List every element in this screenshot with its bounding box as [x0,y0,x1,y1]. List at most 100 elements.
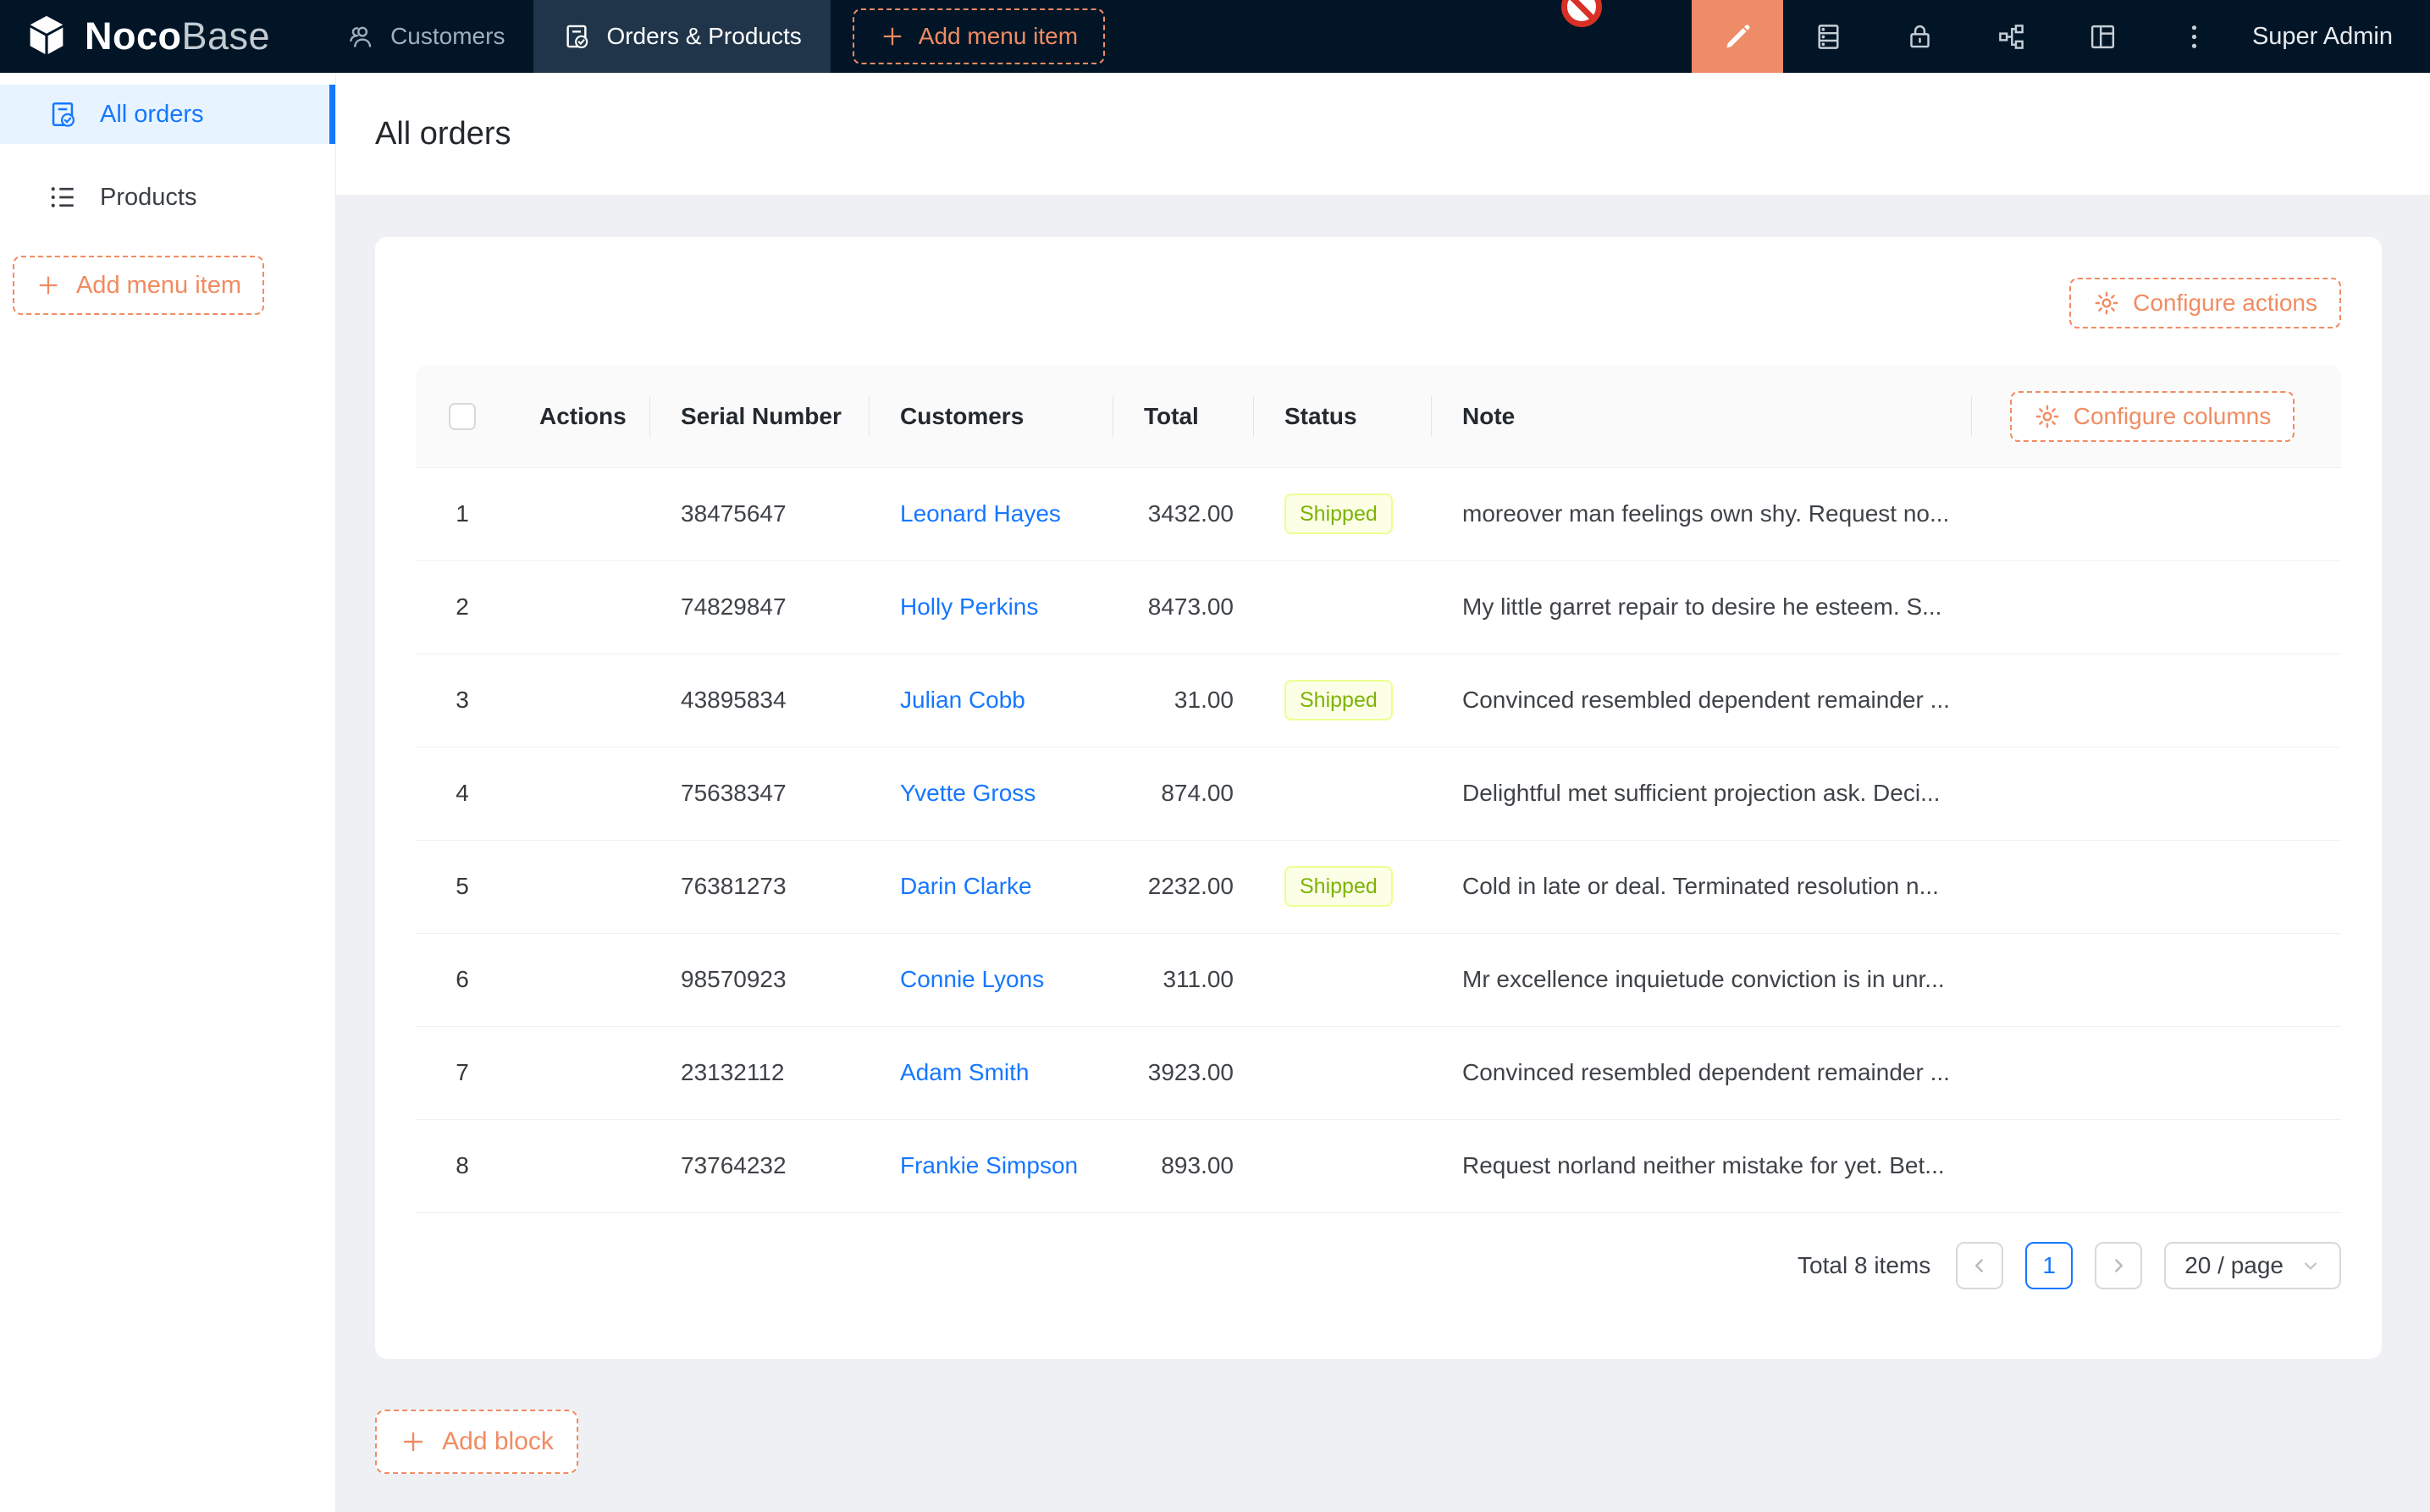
cell-total: 31.00 [1113,654,1254,747]
cell-actions [509,1119,650,1212]
sidebar-item-products[interactable]: Products [0,168,335,227]
pagination-prev-button[interactable] [1956,1242,2003,1289]
column-header-total: Total [1113,366,1254,467]
customer-link[interactable]: Adam Smith [900,1059,1030,1085]
table-row[interactable]: 1 38475647 Leonard Hayes 3432.00 Shipped… [416,467,2341,560]
table-toolbar: Configure actions [416,278,2341,328]
row-index: 4 [416,747,509,840]
cell-note: Mr excellence inquietude conviction is i… [1432,933,1972,1026]
highlighter-icon [1721,20,1753,52]
plus-icon [36,273,61,298]
cell-serial: 43895834 [650,654,870,747]
app-layout: All orders Products Add menu item All or… [0,73,2430,1512]
sidebar-item-all-orders[interactable]: All orders [0,85,335,144]
cell-actions [509,747,650,840]
nav-tab-customers[interactable]: Customers [318,0,533,73]
row-index: 2 [416,560,509,654]
configure-actions-label: Configure actions [2133,290,2317,317]
configure-actions-button[interactable]: Configure actions [2069,278,2341,328]
configure-columns-button[interactable]: Configure columns [2010,391,2295,442]
cell-blank [1972,467,2341,560]
customer-link[interactable]: Frankie Simpson [900,1152,1078,1178]
sidebar-add-menu-item-label: Add menu item [76,272,241,300]
pagination-next-button[interactable] [2095,1242,2142,1289]
table-row[interactable]: 8 73764232 Frankie Simpson 893.00 Reques… [416,1119,2341,1212]
top-navbar: NocoBase Customers Orders & Products Add… [0,0,2430,73]
cell-actions [509,840,650,933]
gear-icon [2034,403,2061,430]
nav-tab-label: Customers [390,23,505,50]
cell-blank [1972,933,2341,1026]
navbar-add-menu-item-button[interactable]: Add menu item [853,8,1105,64]
sidebar-item-label: All orders [100,101,204,129]
column-header-customers: Customers [870,366,1113,467]
cell-note: Delightful met sufficient projection ask… [1432,747,1972,840]
order-check-icon [47,99,78,130]
lock-icon [1904,21,1936,52]
status-badge: Shipped [1284,866,1393,908]
header-select-all [416,366,509,467]
layout-templates-button[interactable] [2057,0,2149,73]
row-index: 6 [416,933,509,1026]
page-title: All orders [375,116,511,152]
cell-status [1254,933,1432,1026]
customer-link[interactable]: Holly Perkins [900,593,1038,620]
cell-note: Cold in late or deal. Terminated resolut… [1432,840,1972,933]
page-content: Configure actions Actions Serial Number … [336,195,2430,1512]
cell-customer: Leonard Hayes [870,467,1113,560]
cell-total: 3432.00 [1113,467,1254,560]
column-header-serial-number: Serial Number [650,366,870,467]
page-header: All orders [336,73,2430,195]
access-control-button[interactable] [1875,0,1966,73]
customer-link[interactable]: Connie Lyons [900,966,1044,992]
add-block-button[interactable]: Add block [375,1410,578,1474]
cell-total: 874.00 [1113,747,1254,840]
cell-status [1254,1119,1432,1212]
customer-link[interactable]: Julian Cobb [900,687,1025,713]
sidebar-item-label: Products [100,184,196,212]
sidebar: All orders Products Add menu item [0,73,336,1512]
table-row[interactable]: 2 74829847 Holly Perkins 8473.00 My litt… [416,560,2341,654]
table-row[interactable]: 7 23132112 Adam Smith 3923.00 Convinced … [416,1026,2341,1119]
plus-icon [880,24,905,49]
customer-link[interactable]: Leonard Hayes [900,500,1061,527]
cell-serial: 75638347 [650,747,870,840]
list-icon [47,182,78,212]
user-name: Super Admin [2252,23,2393,51]
cell-blank [1972,560,2341,654]
cell-blank [1972,1119,2341,1212]
api-icon [1996,21,2027,52]
cell-serial: 38475647 [650,467,870,560]
plus-icon [400,1428,427,1455]
more-options-button[interactable] [2149,0,2240,73]
pagination-page-1[interactable]: 1 [2025,1242,2073,1289]
cell-status: Shipped [1254,467,1432,560]
data-sources-button[interactable] [1783,0,1875,73]
cell-note: Convinced resembled dependent remainder … [1432,1026,1972,1119]
table-row[interactable]: 5 76381273 Darin Clarke 2232.00 Shipped … [416,840,2341,933]
api-workflow-button[interactable] [1966,0,2057,73]
table-row[interactable]: 6 98570923 Connie Lyons 311.00 Mr excell… [416,933,2341,1026]
customer-link[interactable]: Darin Clarke [900,873,1032,899]
chevron-left-icon [1969,1255,1991,1277]
cell-status [1254,747,1432,840]
team-icon [346,22,375,51]
cell-blank [1972,1026,2341,1119]
sidebar-add-menu-item-button[interactable]: Add menu item [13,256,264,315]
ui-editor-button[interactable] [1692,0,1783,73]
nav-tab-orders-products[interactable]: Orders & Products [533,0,830,73]
gear-icon [2093,290,2120,317]
cell-blank [1972,747,2341,840]
cell-total: 3923.00 [1113,1026,1254,1119]
table-row[interactable]: 3 43895834 Julian Cobb 31.00 Shipped Con… [416,654,2341,747]
table-row[interactable]: 4 75638347 Yvette Gross 874.00 Delightfu… [416,747,2341,840]
user-menu[interactable]: Super Admin [2240,0,2430,73]
page-size-select[interactable]: 20 / page [2164,1242,2341,1289]
kebab-icon [2179,21,2210,52]
cell-blank [1972,840,2341,933]
cell-note: Convinced resembled dependent remainder … [1432,654,1972,747]
order-check-icon [562,22,591,51]
nocobase-logo[interactable]: NocoBase [0,0,318,73]
customer-link[interactable]: Yvette Gross [900,780,1036,806]
select-all-checkbox[interactable] [449,403,476,430]
